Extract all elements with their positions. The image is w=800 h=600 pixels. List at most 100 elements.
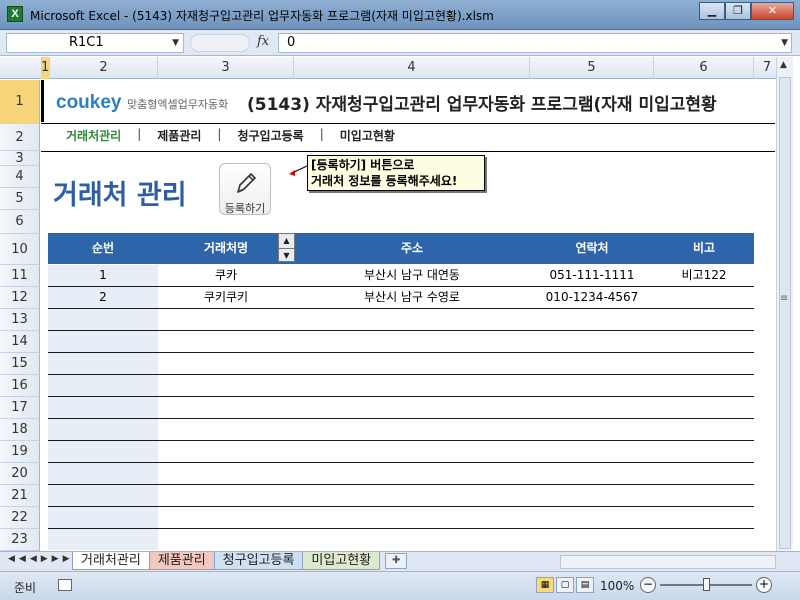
register-button[interactable]: 등록하기 (219, 163, 271, 215)
table-row[interactable] (48, 485, 754, 507)
scroll-up-icon[interactable]: ▲ (780, 60, 787, 70)
table-row[interactable] (48, 529, 754, 550)
horizontal-scrollbar[interactable] (560, 555, 776, 569)
column-header[interactable]: 2 (50, 57, 158, 79)
cell-partner: 쿠카 (214, 268, 238, 282)
window-title: Microsoft Excel - (5143) 자재청구입고관리 업무자동화 … (30, 9, 494, 23)
row-header[interactable]: 22 (0, 507, 40, 529)
cell-no: 2 (99, 290, 107, 304)
nav-separator: | (319, 127, 324, 141)
scroll-thumb[interactable] (779, 77, 791, 549)
insert-sheet-icon[interactable]: ✚ (385, 553, 408, 569)
expand-formula-icon[interactable]: ▼ (781, 34, 788, 52)
formula-input[interactable]: 0 ▼ (278, 33, 792, 53)
spin-down-icon[interactable]: ▼ (279, 248, 294, 262)
table-row[interactable] (48, 309, 754, 331)
column-header-no: 순번 (91, 241, 115, 255)
table-row[interactable] (48, 507, 754, 529)
table-row[interactable] (48, 441, 754, 463)
name-box[interactable]: R1C1 ▼ (6, 33, 184, 53)
cell-contact: 010-1234-4567 (545, 290, 639, 304)
table-row[interactable] (48, 375, 754, 397)
pencil-icon (237, 173, 256, 193)
row-header[interactable]: 18 (0, 419, 40, 441)
table-row[interactable] (48, 353, 754, 375)
row-header[interactable]: 15 (0, 353, 40, 375)
header-divider (41, 123, 775, 124)
tab-pending[interactable]: 미입고현황 (302, 552, 381, 570)
tab-navigation-icons[interactable]: ◀◀◀▶▶▶ (8, 554, 74, 564)
cell-note (654, 287, 754, 308)
column-header[interactable]: 5 (530, 57, 654, 79)
tab-requests[interactable]: 청구입고등록 (213, 552, 304, 570)
program-title: (5143) 자재청구입고관리 업무자동화 프로그램(자재 미입고현황 (247, 95, 717, 115)
row-header[interactable]: 3 (0, 151, 40, 166)
sort-spinner[interactable]: ▲ ▼ (278, 233, 295, 262)
column-header[interactable]: 1 (41, 57, 50, 79)
row-header[interactable]: 11 (0, 265, 40, 287)
zoom-out-icon[interactable]: − (640, 577, 656, 593)
column-header-note: 비고 (692, 241, 716, 255)
chevron-down-icon[interactable]: ▼ (172, 34, 179, 52)
row-header[interactable]: 17 (0, 397, 40, 419)
table-row[interactable] (48, 463, 754, 485)
cell-note: 비고122 (681, 268, 727, 282)
row-header[interactable]: 2 (0, 124, 40, 151)
row-header[interactable]: 5 (0, 188, 40, 210)
page-title: 거래처 관리 (53, 180, 187, 211)
row-header[interactable]: 23 (0, 529, 40, 551)
minimize-button[interactable]: ▁ (699, 2, 725, 20)
column-header-contact: 연락처 (575, 241, 609, 255)
table-row[interactable] (48, 397, 754, 419)
page-break-icon[interactable]: ▤ (576, 577, 594, 593)
view-buttons: ▦ ▢ ▤ (536, 577, 596, 593)
nav-item-pending[interactable]: 미입고현황 (340, 127, 395, 145)
sheet-tabs: 거래처관리 제품관리 청구입고등록 미입고현황 ✚ (72, 552, 408, 570)
cell-address: 부산시 남구 수영로 (364, 290, 460, 304)
register-button-label: 등록하기 (224, 202, 266, 215)
cell-no: 1 (99, 268, 107, 282)
column-header[interactable]: 4 (294, 57, 530, 79)
nav-separator: | (137, 127, 142, 141)
nav-item-requests[interactable]: 청구입고등록 (237, 127, 303, 145)
title-bar: X Microsoft Excel - (5143) 자재청구입고관리 업무자동… (0, 0, 800, 30)
restore-button[interactable]: ❐ (725, 2, 751, 20)
insert-function-icon[interactable]: fx (257, 34, 269, 49)
tab-products[interactable]: 제품관리 (148, 552, 215, 570)
column-header-address: 주소 (400, 241, 424, 255)
zoom-in-icon[interactable]: + (756, 577, 772, 593)
row-header[interactable]: 12 (0, 287, 40, 309)
tab-partners[interactable]: 거래처관리 (72, 552, 150, 570)
row-header[interactable]: 20 (0, 463, 40, 485)
nav-item-products[interactable]: 제품관리 (157, 127, 201, 145)
page-layout-icon[interactable]: ▢ (556, 577, 574, 593)
zoom-level[interactable]: 100% (600, 579, 634, 593)
table-row[interactable] (48, 419, 754, 441)
table-row[interactable]: 1 쿠카 부산시 남구 대연동 051-111-1111 비고122 (48, 265, 754, 287)
normal-view-icon[interactable]: ▦ (536, 577, 554, 593)
row-header[interactable]: 13 (0, 309, 40, 331)
cell-contact: 051-111-1111 (549, 268, 635, 282)
status-ready: 준비 (14, 581, 37, 595)
row-header[interactable]: 10 (0, 234, 40, 265)
split-grip-icon[interactable]: ≡ (780, 293, 788, 304)
worksheet[interactable]: coukey 맞춤형엑셀업무자동화 (5143) 자재청구입고관리 업무자동화 … (41, 80, 775, 550)
column-header[interactable]: 6 (654, 57, 754, 79)
row-header[interactable]: 19 (0, 441, 40, 463)
zoom-slider-thumb[interactable] (703, 578, 710, 591)
spin-up-icon[interactable]: ▲ (279, 234, 294, 248)
row-header[interactable]: 1 (0, 80, 40, 124)
column-header[interactable]: 3 (158, 57, 294, 79)
close-button[interactable]: ✕ (751, 2, 794, 20)
table-row[interactable]: 2 쿠키쿠키 부산시 남구 수영로 010-1234-4567 (48, 287, 754, 309)
macro-record-icon[interactable] (58, 579, 72, 591)
nav-item-partners[interactable]: 거래처관리 (66, 127, 121, 145)
row-header[interactable]: 16 (0, 375, 40, 397)
row-header[interactable]: 14 (0, 331, 40, 353)
column-header-partner: 거래처명 (203, 241, 249, 255)
row-header[interactable]: 4 (0, 166, 40, 188)
table-row[interactable] (48, 331, 754, 353)
row-header[interactable]: 6 (0, 210, 40, 234)
vertical-scrollbar[interactable]: ▲ ≡ (776, 57, 793, 551)
row-header[interactable]: 21 (0, 485, 40, 507)
